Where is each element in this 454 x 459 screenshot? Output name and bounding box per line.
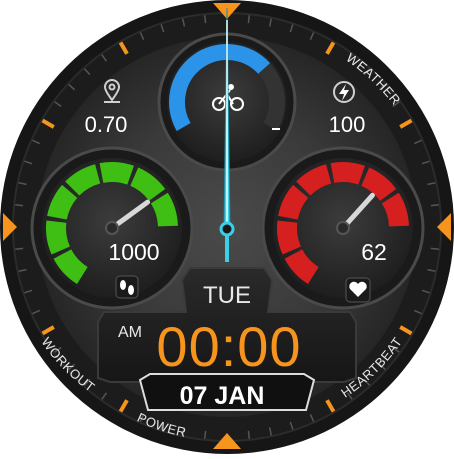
bezel-minor-tick — [203, 430, 207, 439]
bezel-minor-tick — [247, 430, 251, 439]
time-display: 00:00 — [156, 315, 301, 378]
gauge-segment — [381, 192, 409, 227]
watch-face: WEATHER HEARTBEAT WORKOUT POWER 1000 62 … — [0, 0, 454, 454]
ampm-indicator: AM — [118, 324, 142, 341]
gauge-segment — [278, 184, 309, 221]
distance-value: 0.70 — [85, 112, 128, 137]
heart-rate-gauge-hub — [336, 221, 350, 235]
watch-face-canvas: WEATHER HEARTBEAT WORKOUT POWER 1000 62 … — [0, 0, 454, 454]
bezel-minor-tick — [430, 247, 439, 251]
bezel-minor-tick — [203, 15, 207, 24]
heart-rate-gauge[interactable]: 62 — [261, 146, 425, 310]
battery-value: 100 — [329, 112, 366, 137]
bezel-minor-tick — [247, 15, 251, 24]
steps-value: 1000 — [108, 239, 159, 265]
steps-gauge[interactable]: 1000 — [30, 146, 194, 310]
date-plate[interactable]: 07 JAN — [138, 373, 316, 411]
bezel-minor-tick — [430, 203, 439, 207]
gauge-segment — [99, 162, 134, 185]
gauge-segment — [150, 192, 178, 227]
steps-gauge-hub — [105, 221, 119, 235]
hand-hub — [219, 221, 235, 237]
steps-icon-badge — [115, 275, 139, 299]
date-display: 07 JAN — [180, 382, 265, 410]
heart-rate-value: 62 — [361, 239, 387, 265]
gauge-segment — [277, 220, 302, 255]
gauge-segment — [46, 220, 71, 255]
day-of-week: TUE — [203, 282, 251, 309]
gauge-segment — [330, 162, 365, 185]
gauge-segment — [47, 184, 78, 221]
bezel-minor-tick — [15, 247, 24, 251]
bezel-minor-tick — [15, 203, 24, 207]
